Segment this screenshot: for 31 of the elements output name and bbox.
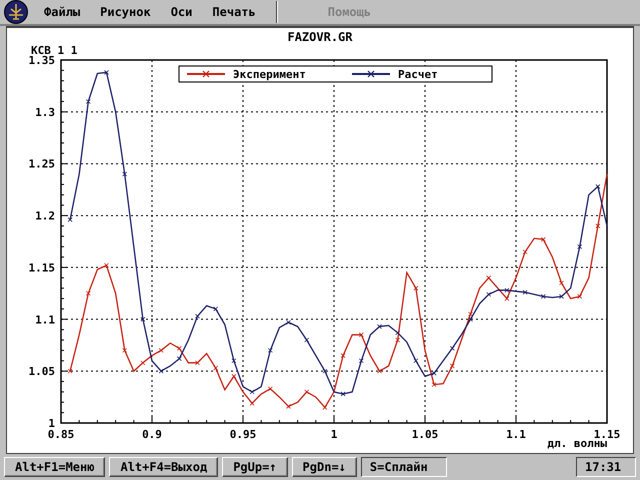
y-tick-label: 1.05 <box>28 365 55 378</box>
x-tick-label: 1.05 <box>412 428 438 441</box>
y-tick-label: 1.1 <box>35 313 55 326</box>
legend-label: Расчет <box>398 68 438 81</box>
hotkey-button[interactable]: Alt+F4=Выход <box>109 457 218 477</box>
x-tick-label: 1 <box>330 428 338 441</box>
menu-item[interactable]: Рисунок <box>90 5 161 19</box>
hotkey-button[interactable]: Alt+F1=Меню <box>4 457 106 477</box>
hotkey-button[interactable]: PgDn=↓ <box>292 457 357 477</box>
x-tick-label: 0.95 <box>230 428 256 441</box>
y-tick-label: 1.2 <box>35 210 55 223</box>
clock: 17:31 <box>576 457 636 477</box>
y-tick-label: 1.35 <box>28 54 55 67</box>
menu-item[interactable]: Оси <box>160 5 202 19</box>
mode-indicator: S=Сплайн <box>360 457 447 477</box>
app-logo-icon[interactable] <box>4 0 28 24</box>
x-tick-label: 0.85 <box>48 428 74 441</box>
legend-label: Эксперимент <box>233 68 306 81</box>
chart-title: FAZOVR.GR <box>287 30 353 44</box>
legend-line-icon <box>352 70 390 78</box>
y-tick-label: 1.25 <box>28 158 55 171</box>
legend-line-icon <box>187 70 225 78</box>
x-tick-label: 1.1 <box>506 428 526 441</box>
y-axis-label: КСВ 1 1 <box>31 44 78 57</box>
menu-item[interactable]: Печать <box>202 5 266 19</box>
y-tick-label: 1.15 <box>28 261 55 274</box>
x-tick-label: 0.9 <box>142 428 162 441</box>
hotkey-button[interactable]: PgUp=↑ <box>222 457 288 477</box>
y-tick-label: 1.3 <box>35 106 55 119</box>
y-tick-label: 1 <box>48 417 55 430</box>
menu-item[interactable]: Файлы <box>34 5 90 19</box>
